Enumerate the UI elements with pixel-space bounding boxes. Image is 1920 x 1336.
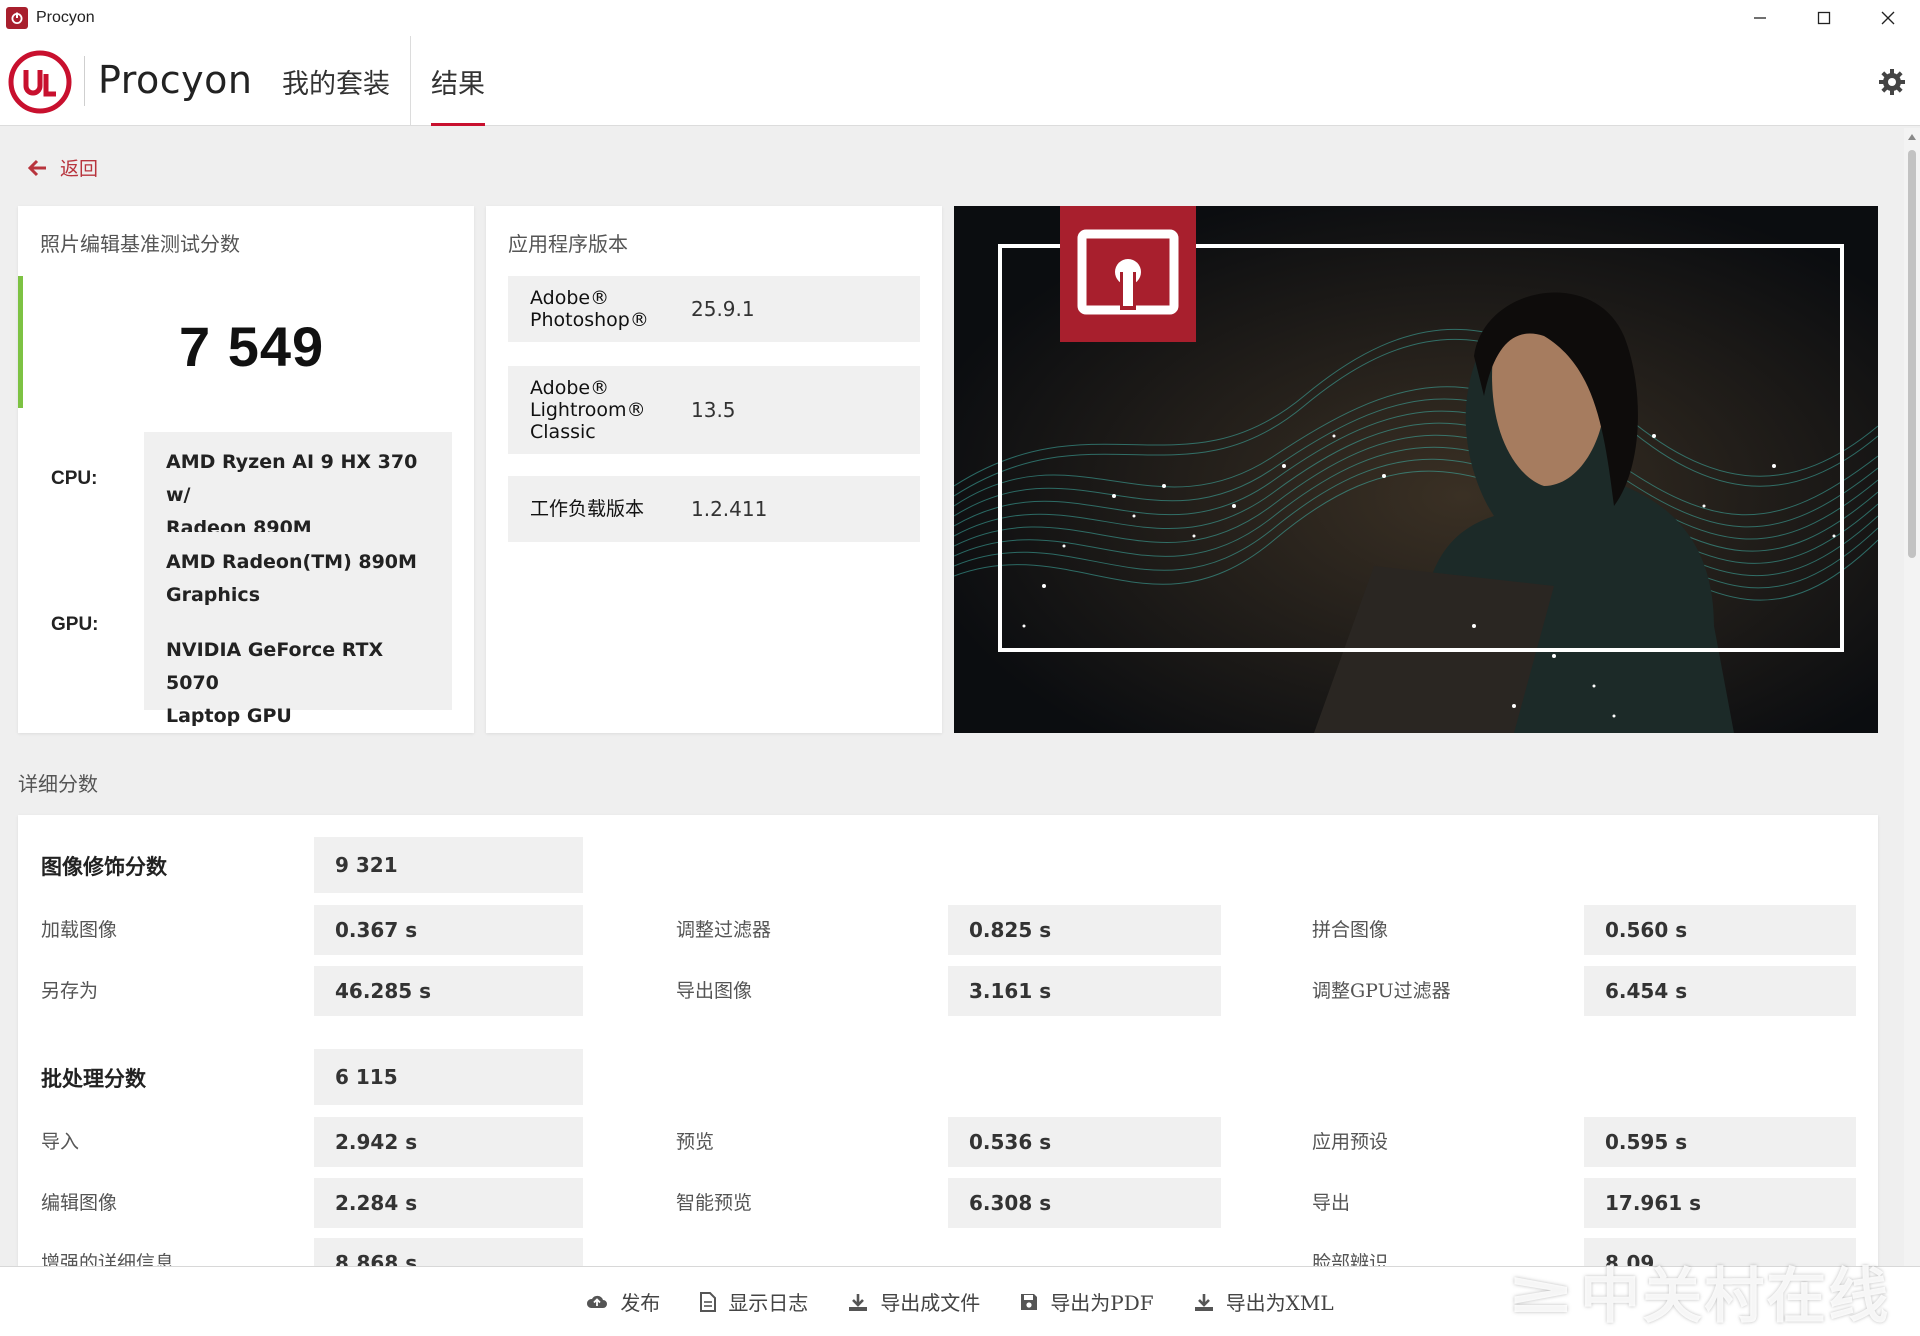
details-title: 详细分数 — [18, 772, 98, 796]
version-value: 1.2.411 — [691, 497, 768, 521]
watermark-logo-icon: ≥ — [1505, 1256, 1579, 1327]
cloud-upload-icon — [587, 1295, 608, 1308]
tab-my-suites[interactable]: 我的套装 — [262, 36, 410, 126]
gpu-line: NVIDIA GeForce RTX 5070 — [166, 639, 384, 694]
metric-value: 2.942 s — [314, 1117, 583, 1167]
metric-value: 3.161 s — [948, 966, 1221, 1016]
gpu-value: AMD Radeon(TM) 890M Graphics NVIDIA GeFo… — [144, 532, 452, 727]
image-retouch-label: 图像修饰分数 — [41, 854, 167, 879]
window-titlebar: Procyon — [0, 0, 1920, 36]
batch-score: 6 115 — [314, 1049, 583, 1105]
version-row: 工作负载版本 1.2.411 — [508, 476, 920, 542]
metric-value: 6.454 s — [1584, 966, 1856, 1016]
metric-value: 0.825 s — [948, 905, 1221, 955]
save-icon — [1021, 1293, 1038, 1310]
version-row: Adobe® Photoshop® 25.9.1 — [508, 276, 920, 342]
version-row: Adobe® Lightroom® Classic 13.5 — [508, 366, 920, 454]
metric-label: 导出图像 — [676, 980, 753, 1002]
metric-value: 17.961 s — [1584, 1178, 1856, 1228]
gpu-line: Laptop GPU — [166, 705, 292, 727]
document-icon — [700, 1291, 717, 1312]
metric-label: 编辑图像 — [41, 1192, 118, 1214]
metric-value: 0.536 s — [948, 1117, 1221, 1167]
cpu-label: CPU: — [51, 468, 98, 489]
metric-label: 导出 — [1312, 1192, 1351, 1214]
tab-results[interactable]: 结果 — [411, 36, 505, 126]
logo-divider — [84, 56, 85, 106]
ul-logo — [8, 50, 72, 114]
metric-value: 46.285 s — [314, 966, 583, 1016]
version-app-name: Adobe® Lightroom® Classic — [530, 377, 646, 443]
export-xml-button[interactable]: 导出为XML — [1194, 1287, 1334, 1316]
scroll-thumb[interactable] — [1908, 150, 1916, 558]
metric-label: 应用预设 — [1312, 1131, 1389, 1153]
back-label: 返回 — [60, 158, 99, 180]
image-retouch-score: 9 321 — [314, 837, 583, 893]
main-nav: 我的套装 结果 — [262, 36, 505, 126]
overall-score: 7 549 — [179, 315, 325, 378]
score-accent-bar — [18, 276, 23, 408]
brand-name: Procyon — [98, 58, 253, 102]
metric-value: 0.367 s — [314, 905, 583, 955]
close-icon — [1881, 11, 1895, 25]
version-value: 25.9.1 — [691, 297, 755, 321]
metric-label: 拼合图像 — [1312, 919, 1389, 941]
metric-value: 0.595 s — [1584, 1117, 1856, 1167]
close-button[interactable] — [1856, 0, 1920, 36]
hero-image — [954, 206, 1878, 733]
scroll-up-icon[interactable] — [1908, 134, 1916, 140]
metric-value: 0.560 s — [1584, 905, 1856, 955]
export-pdf-button[interactable]: 导出为PDF — [1020, 1287, 1154, 1316]
gpu-line: AMD Radeon(TM) 890M — [166, 551, 417, 573]
benchmark-score-card: 照片编辑基准测试分数 7 549 CPU: AMD Ryzen AI 9 HX … — [18, 206, 474, 733]
minimize-button[interactable] — [1728, 0, 1792, 36]
minimize-icon — [1754, 17, 1766, 19]
version-card-title: 应用程序版本 — [508, 232, 628, 256]
export-file-button[interactable]: 导出成文件 — [848, 1287, 980, 1316]
download-icon — [849, 1293, 868, 1311]
watermark: ≥ 中关村在线 — [1505, 1256, 1891, 1333]
score-card-title: 照片编辑基准测试分数 — [40, 232, 240, 256]
maximize-icon — [1817, 11, 1831, 25]
vertical-scrollbar[interactable] — [1904, 128, 1920, 1268]
metric-value: 6.308 s — [948, 1178, 1221, 1228]
metric-label: 加载图像 — [41, 919, 118, 941]
cpu-line: AMD Ryzen AI 9 HX 370 w/ — [166, 451, 418, 506]
show-log-button[interactable]: 显示日志 — [700, 1287, 808, 1316]
gpu-line: Graphics — [166, 584, 260, 606]
window-title: Procyon — [36, 9, 95, 26]
app-header: Procyon 我的套装 结果 — [0, 36, 1920, 126]
metric-label: 智能预览 — [676, 1192, 753, 1214]
version-app-name: 工作负载版本 — [530, 498, 645, 520]
metric-value: 2.284 s — [314, 1178, 583, 1228]
app-version-card: 应用程序版本 Adobe® Photoshop® 25.9.1 Adobe® L… — [486, 206, 942, 733]
download-icon — [1194, 1293, 1213, 1311]
metric-label: 调整GPU过滤器 — [1312, 980, 1451, 1002]
gpu-label: GPU: — [51, 614, 99, 635]
batch-label: 批处理分数 — [41, 1066, 146, 1091]
metric-label: 调整过滤器 — [676, 919, 772, 941]
metric-label: 导入 — [41, 1131, 80, 1153]
gear-icon[interactable] — [1878, 68, 1906, 96]
power-icon — [6, 7, 28, 29]
metric-label: 预览 — [676, 1131, 715, 1153]
back-link[interactable]: 返回 — [28, 154, 98, 181]
metric-label: 另存为 — [41, 980, 99, 1002]
maximize-button[interactable] — [1792, 0, 1856, 36]
version-app-name: Adobe® Photoshop® — [530, 287, 649, 331]
publish-button[interactable]: 发布 — [586, 1287, 660, 1316]
arrow-left-icon — [28, 159, 46, 176]
version-value: 13.5 — [691, 398, 736, 422]
